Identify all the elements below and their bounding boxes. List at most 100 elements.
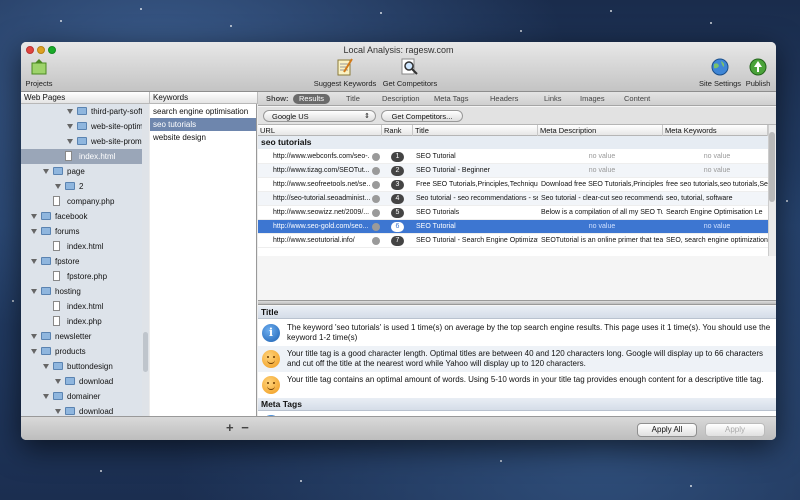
publish-button[interactable]: Publish xyxy=(743,58,773,88)
tree-item[interactable]: download xyxy=(21,404,148,416)
get-competitors-button[interactable]: Get Competitors xyxy=(379,58,441,88)
tree-item-label: fpstore.php xyxy=(67,272,108,281)
disclosure-triangle-icon[interactable] xyxy=(43,364,49,369)
go-arrow-icon[interactable] xyxy=(372,181,380,189)
analysis-message-text: Your title tag is a good character lengt… xyxy=(287,349,763,368)
disclosure-triangle-icon[interactable] xyxy=(31,259,37,264)
remove-keyword-button[interactable]: − xyxy=(241,420,249,435)
disclosure-triangle-icon[interactable] xyxy=(31,214,37,219)
disclosure-triangle-icon[interactable] xyxy=(31,334,37,339)
search-engine-popup[interactable]: Google US ⇕ xyxy=(263,110,376,122)
meta-keywords-cell: free seo tutorials,seo tutorials,Search xyxy=(666,181,768,188)
notepad-pencil-icon xyxy=(337,58,353,76)
keyword-item[interactable]: search engine optimisation xyxy=(150,105,256,118)
tree-item[interactable]: forums xyxy=(21,224,148,239)
disclosure-triangle-icon[interactable] xyxy=(31,349,37,354)
tree-item[interactable]: web-site-optimization xyxy=(21,119,148,134)
tree-item[interactable]: newsletter xyxy=(21,329,148,344)
tree-item[interactable]: fpstore xyxy=(21,254,148,269)
column-header[interactable]: URL xyxy=(258,125,382,136)
show-tab-meta-tags[interactable]: Meta Tags xyxy=(428,94,474,104)
tree-item[interactable]: download xyxy=(21,374,148,389)
globe-icon xyxy=(711,58,729,76)
table-row[interactable]: http://www.webconfs.com/seo-... 1 SEO Tuto… xyxy=(258,150,768,164)
tree-item[interactable]: domainer xyxy=(21,389,148,404)
pane-splitter[interactable] xyxy=(258,300,776,305)
rank-badge: 4 xyxy=(391,194,404,204)
tree-item[interactable]: hosting xyxy=(21,284,148,299)
table-row[interactable]: http://www.seo-gold.com/seo... 6 SEO Tutor… xyxy=(258,220,768,234)
folder-icon xyxy=(65,182,75,190)
table-row[interactable]: http://www.seowizz.net/2009/... 5 SEO Tuto… xyxy=(258,206,768,220)
tree-item[interactable]: index.html xyxy=(21,299,148,314)
apply-button[interactable]: Apply xyxy=(705,423,765,437)
show-tab-results[interactable]: Results xyxy=(293,94,331,104)
disclosure-triangle-icon[interactable] xyxy=(43,169,49,174)
show-tab-title[interactable]: Title xyxy=(340,94,366,104)
go-arrow-icon[interactable] xyxy=(372,153,380,161)
go-arrow-icon[interactable] xyxy=(372,209,380,217)
tree-scroll-thumb[interactable] xyxy=(143,332,148,372)
tree-item[interactable]: index.html xyxy=(21,149,148,164)
keywords-list[interactable]: search engine optimisation seo tutorials w… xyxy=(150,104,257,416)
tree-item[interactable]: index.html xyxy=(21,239,148,254)
tree-item[interactable]: fpstore.php xyxy=(21,269,148,284)
tree-item[interactable]: third-party-software xyxy=(21,104,148,119)
table-group-row: seo tutorials xyxy=(258,136,768,149)
disclosure-triangle-icon[interactable] xyxy=(55,409,61,414)
tree-item[interactable]: buttondesign xyxy=(21,359,148,374)
disclosure-triangle-icon[interactable] xyxy=(31,289,37,294)
go-arrow-icon[interactable] xyxy=(372,195,380,203)
get-competitors-popup-button[interactable]: Get Competitors... xyxy=(381,110,463,122)
results-table[interactable]: seo tutorials http://www.webconfs.com/se… xyxy=(258,136,768,256)
table-row[interactable]: http://www.tizag.com/SEOTut... 2 SEO Tutor… xyxy=(258,164,768,178)
tree-item[interactable]: products xyxy=(21,344,148,359)
go-arrow-icon[interactable] xyxy=(372,223,380,231)
tree-item[interactable]: company.php xyxy=(21,194,148,209)
tree-item[interactable]: page xyxy=(21,164,148,179)
projects-button[interactable]: Projects xyxy=(24,58,54,88)
column-header[interactable]: Meta Description xyxy=(538,125,663,136)
go-arrow-icon[interactable] xyxy=(372,167,380,175)
show-tab-images[interactable]: Images xyxy=(574,94,611,104)
meta-description-cell: no value xyxy=(588,167,616,174)
site-settings-label: Site Settings xyxy=(698,79,742,88)
go-arrow-icon[interactable] xyxy=(372,237,380,245)
site-settings-button[interactable]: Site Settings xyxy=(697,58,743,88)
add-keyword-button[interactable]: + xyxy=(226,420,234,435)
web-pages-tree[interactable]: third-party-software web-site-optimizatio… xyxy=(21,104,149,416)
rank-badge: 5 xyxy=(391,208,404,218)
keyword-item[interactable]: seo tutorials xyxy=(150,118,256,131)
disclosure-triangle-icon[interactable] xyxy=(67,139,73,144)
disclosure-triangle-icon[interactable] xyxy=(43,394,49,399)
column-header[interactable]: Rank xyxy=(382,125,413,136)
table-row[interactable]: http://www.seofreetools.net/se... 3 Free S… xyxy=(258,178,768,192)
tree-item[interactable]: web-site-promotion xyxy=(21,134,148,149)
keyword-item[interactable]: website design xyxy=(150,131,256,144)
url-cell: http://www.seofreetools.net/se... xyxy=(273,181,370,188)
show-tab-content[interactable]: Content xyxy=(618,94,656,104)
table-row[interactable]: http://seo-tutorial.seoadminist... 4 Seo t… xyxy=(258,192,768,206)
disclosure-triangle-icon[interactable] xyxy=(67,124,73,129)
meta-description-cell: Below is a compilation of all my SEO Tut… xyxy=(541,209,663,216)
show-tab-links[interactable]: Links xyxy=(538,94,568,104)
tree-item[interactable]: facebook xyxy=(21,209,148,224)
smiley-icon xyxy=(262,376,280,394)
analysis-message-text: The keyword 'seo tutorials' is used 1 ti… xyxy=(287,323,771,342)
show-tab-description[interactable]: Description xyxy=(376,94,426,104)
apply-all-button[interactable]: Apply All xyxy=(637,423,697,437)
table-row[interactable]: http://www.seotutorial.info/7 SEO Tutoria… xyxy=(258,234,768,248)
column-header[interactable]: Title xyxy=(413,125,538,136)
disclosure-triangle-icon[interactable] xyxy=(55,379,61,384)
show-tab-headers[interactable]: Headers xyxy=(484,94,524,104)
title-bar: Local Analysis: ragesw.com Projects Sugg… xyxy=(21,42,776,92)
table-scroll-thumb[interactable] xyxy=(769,132,775,202)
disclosure-triangle-icon[interactable] xyxy=(55,184,61,189)
tree-item-label: company.php xyxy=(67,197,115,206)
suggest-keywords-button[interactable]: Suggest Keywords xyxy=(311,58,379,88)
disclosure-triangle-icon[interactable] xyxy=(31,229,37,234)
disclosure-triangle-icon[interactable] xyxy=(67,109,73,114)
tree-item[interactable]: index.php xyxy=(21,314,148,329)
column-header[interactable]: Meta Keywords xyxy=(663,125,768,136)
tree-item[interactable]: 2 xyxy=(21,179,148,194)
